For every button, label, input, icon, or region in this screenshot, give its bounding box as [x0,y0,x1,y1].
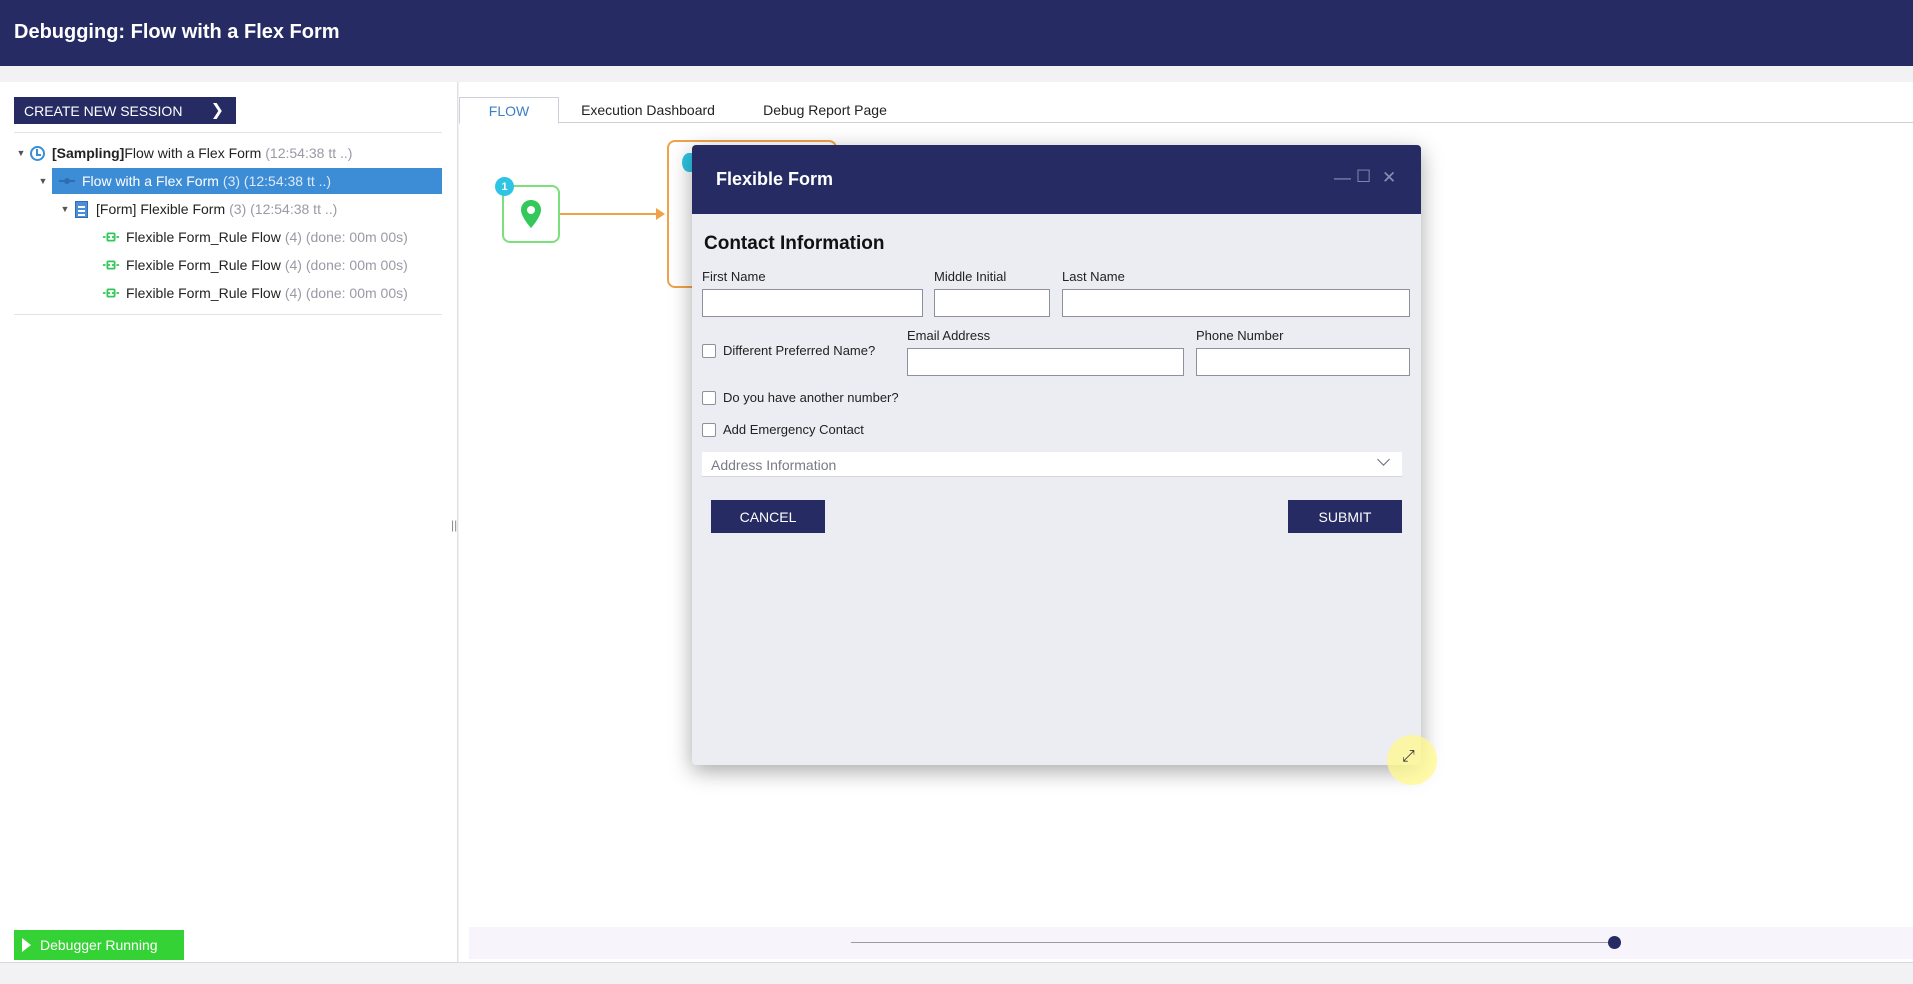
form-icon [72,200,90,218]
tree-item-sampling-session[interactable]: ▼ [Sampling] Flow with a Flex Form (12:5… [14,140,353,166]
submit-button[interactable]: SUBMIT [1288,500,1402,533]
checkbox-label: Do you have another number? [723,390,899,405]
rule-flow-icon [102,257,120,273]
tree-item-flow-caret-row: ▼ [36,168,50,194]
tree-item-rule-flow[interactable]: Flexible Form_Rule Flow (4) (done: 00m 0… [102,224,408,250]
timeline-slider-handle[interactable] [1608,936,1621,949]
phone-label: Phone Number [1196,328,1284,343]
section-label: Address Information [711,457,837,473]
close-icon[interactable]: ✕ [1382,168,1396,188]
checkbox[interactable] [702,422,716,437]
create-new-session-label: CREATE NEW SESSION [24,102,183,119]
timeline-track[interactable] [851,942,1615,943]
checkbox-label: Add Emergency Contact [723,422,864,437]
email-field[interactable] [907,348,1184,376]
tree-item-rule-flow[interactable]: Flexible Form_Rule Flow (4) (done: 00m 0… [102,280,408,306]
flexible-form-dialog: Flexible Form — ☐ ✕ Contact Information … [692,145,1421,765]
tree-item-form[interactable]: ▼ [Form] Flexible Form (3) (12:54:38 tt … [58,196,337,222]
another-number-checkbox[interactable]: Do you have another number? [702,390,899,405]
tree-item-meta: (4) (done: 00m 00s) [284,285,408,301]
map-pin-icon [521,200,541,228]
preferred-name-checkbox[interactable]: Different Preferred Name? [702,343,875,358]
chevron-down-icon [1377,453,1390,466]
last-name-field[interactable] [1062,289,1410,317]
clock-icon [28,145,46,161]
debug-timeline [469,927,1913,959]
email-label: Email Address [907,328,991,343]
tab-bar: FLOW Execution Dashboard Debug Report Pa… [459,97,1913,124]
window-title: Debugging: Flow with a Flex Form [14,21,340,43]
tree-item-meta: (12:54:38 tt ..) [265,145,353,161]
step-number-badge: 1 [495,177,514,196]
create-new-session-button[interactable]: CREATE NEW SESSION ❯ [14,97,236,124]
tree-item-label: Flexible Form_Rule Flow [126,285,281,301]
tree-item-meta: (4) (done: 00m 00s) [284,229,408,245]
tree-item-label: Flow with a Flex Form [82,173,219,189]
tree-item-meta: (4) (done: 00m 00s) [284,257,408,273]
first-name-label: First Name [702,269,766,284]
dialog-header: Flexible Form — ☐ ✕ [692,145,1421,214]
tree-item-label: Flexible Form_Rule Flow [126,257,281,273]
divider [14,314,442,315]
minimize-icon[interactable]: — [1334,168,1351,188]
rule-flow-icon [102,229,120,245]
expand-caret-icon[interactable]: ▼ [36,176,50,186]
divider [14,132,442,133]
phone-field[interactable] [1196,348,1410,376]
checkbox[interactable] [702,390,716,405]
session-panel: CREATE NEW SESSION ❯ ▼ [Sampling] Flow w… [0,82,458,962]
play-icon [22,938,31,952]
expand-caret-icon[interactable]: ▼ [14,148,28,158]
last-name-label: Last Name [1062,269,1125,284]
tree-item-label: [Form] Flexible Form [96,201,226,217]
maximize-icon[interactable]: ☐ [1356,167,1371,187]
tree-item-prefix: [Sampling] [52,145,125,161]
debugger-status-label: Debugger Running [40,937,158,953]
tree-item-flow[interactable]: Flow with a Flex Form (3) (12:54:38 tt .… [52,168,442,194]
section-title: Contact Information [704,233,885,254]
emergency-contact-checkbox[interactable]: Add Emergency Contact [702,422,864,437]
arrow-head-icon [656,208,665,220]
tree-item-rule-flow[interactable]: Flexible Form_Rule Flow (4) (done: 00m 0… [102,252,408,278]
expand-caret-icon[interactable]: ▼ [58,204,72,214]
cancel-button[interactable]: CANCEL [711,500,825,533]
tree-item-label: Flexible Form_Rule Flow [126,229,281,245]
debugger-status-badge: Debugger Running [14,930,184,960]
title-bar: Debugging: Flow with a Flex Form [0,0,1913,66]
checkbox-label: Different Preferred Name? [723,343,876,358]
tab-flow[interactable]: FLOW [459,97,559,124]
flow-connector [560,213,658,215]
tree-item-meta: (3) (12:54:38 tt ..) [222,173,332,189]
dialog-title: Flexible Form [716,169,834,189]
tree-item-meta: (3) (12:54:38 tt ..) [229,201,338,217]
middle-initial-label: Middle Initial [934,269,1007,284]
tab-debug-report-page[interactable]: Debug Report Page [748,97,902,123]
pane-splitter-handle[interactable]: || [451,518,457,532]
chevron-right-icon: ❯ [210,102,224,119]
first-name-field[interactable] [702,289,923,317]
status-strip [0,962,1913,984]
flow-icon [58,173,76,189]
middle-initial-field[interactable] [934,289,1050,317]
tab-execution-dashboard[interactable]: Execution Dashboard [568,97,728,123]
tree-item-label: Flow with a Flex Form [124,145,262,161]
address-information-section[interactable]: Address Information [702,452,1402,477]
checkbox[interactable] [702,343,716,358]
rule-flow-icon [102,285,120,301]
resize-cursor-icon: ⤢ [1402,748,1415,765]
